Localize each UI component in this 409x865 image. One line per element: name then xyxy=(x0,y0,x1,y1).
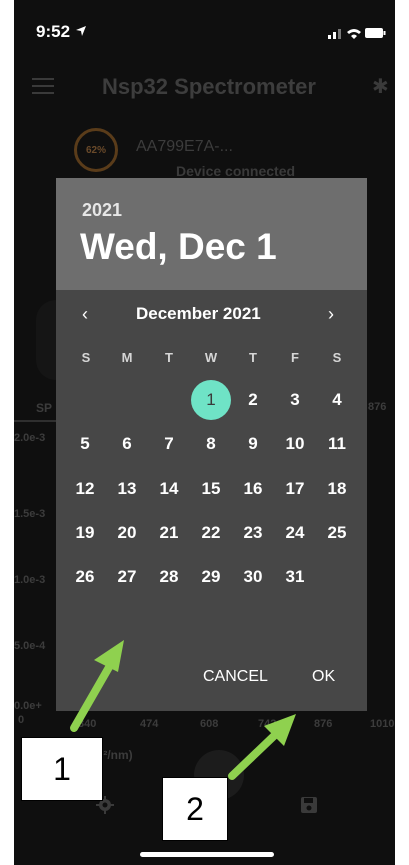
arrow-1-icon xyxy=(70,640,124,732)
annotation-arrows xyxy=(70,640,296,780)
arrow-2-icon xyxy=(228,714,296,780)
callout-1: 1 xyxy=(21,737,103,801)
callout-2: 2 xyxy=(162,777,228,841)
